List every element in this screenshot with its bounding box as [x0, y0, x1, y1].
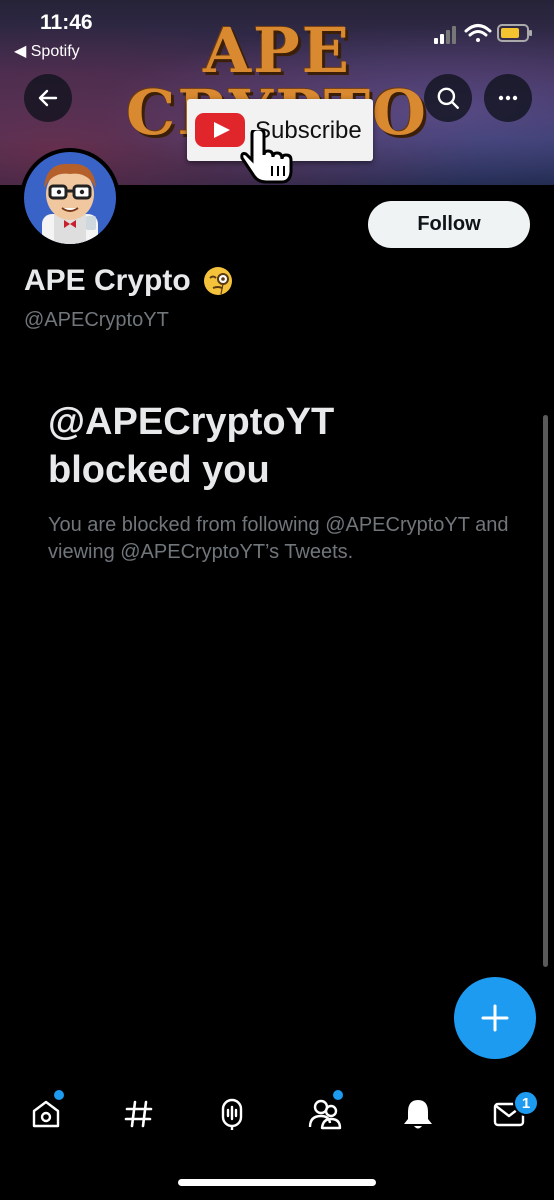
tab-explore[interactable] [117, 1092, 161, 1136]
compose-tweet-button[interactable] [454, 977, 536, 1059]
status-back-to-app[interactable]: ◀ Spotify [14, 41, 80, 61]
tab-notifications[interactable] [396, 1092, 440, 1136]
arrow-left-icon [38, 89, 58, 107]
bell-icon [404, 1100, 432, 1129]
home-notification-dot [54, 1090, 64, 1100]
profile-display-name: APE Crypto [24, 264, 233, 298]
status-icons [434, 24, 532, 44]
people-icon [308, 1099, 342, 1130]
follow-button[interactable]: Follow [368, 201, 530, 248]
scrollbar[interactable] [543, 415, 548, 967]
plus-icon [481, 1004, 509, 1032]
search-icon [437, 87, 459, 109]
wifi-icon [464, 24, 492, 42]
profile-handle: @APECryptoYT [24, 309, 169, 331]
messages-unread-badge: 1 [513, 1090, 539, 1116]
display-name-text: APE Crypto [24, 264, 191, 297]
microphone-icon [221, 1098, 243, 1130]
back-button[interactable] [24, 74, 72, 122]
battery-icon [497, 24, 532, 42]
blocked-description: You are blocked from following @APECrypt… [48, 514, 509, 563]
communities-notification-dot [333, 1090, 343, 1100]
home-indicator[interactable] [178, 1179, 376, 1186]
tab-spaces[interactable] [210, 1092, 254, 1136]
more-options-button[interactable] [484, 74, 532, 122]
hashtag-icon [124, 1100, 153, 1128]
profile-avatar[interactable] [20, 148, 120, 248]
monocle-face-emoji-icon [203, 267, 232, 295]
home-icon [32, 1100, 60, 1128]
hand-cursor-icon [240, 130, 293, 184]
search-button[interactable] [424, 74, 472, 122]
signal-icon [434, 26, 456, 44]
status-time: 11:46 [40, 11, 93, 34]
bottom-tab-bar [0, 1080, 554, 1150]
more-dots-icon [498, 95, 518, 101]
blocked-title: @APECryptoYT blocked you [48, 401, 335, 491]
avatar-image [24, 152, 116, 244]
